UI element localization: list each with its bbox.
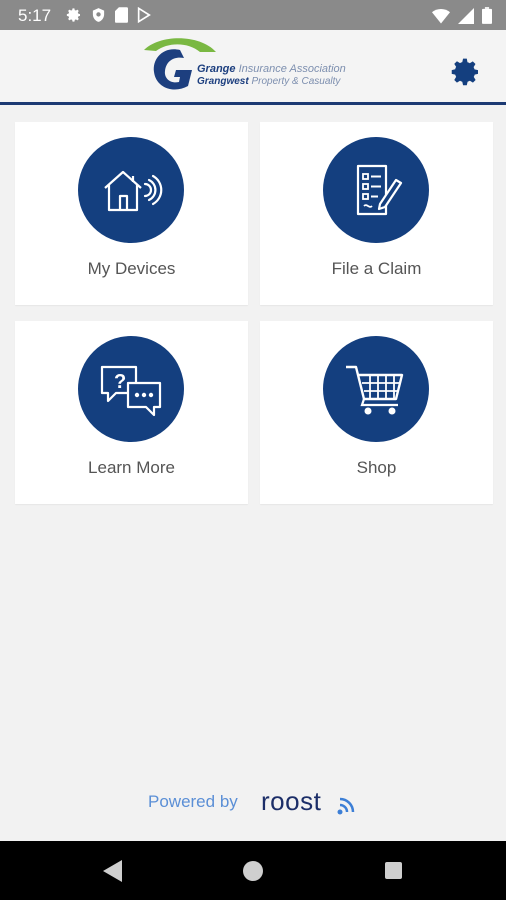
sd-card-icon: [115, 7, 128, 23]
tile-learn-more[interactable]: ? Learn More: [15, 321, 248, 504]
claim-form-icon: [356, 164, 403, 216]
tile-label: My Devices: [87, 259, 176, 278]
android-nav-bar: [0, 841, 506, 900]
roost-waves-icon: [337, 797, 355, 815]
tile-shop[interactable]: Shop: [260, 321, 493, 504]
logo-sub-bold: Grangwest: [197, 76, 249, 87]
header-divider: [0, 102, 506, 105]
grange-logo: Grange Insurance Association Grangwest P…: [140, 36, 355, 94]
home-icon[interactable]: [243, 861, 263, 881]
status-icons-right: [432, 7, 492, 24]
tile-label: Shop: [356, 458, 397, 477]
logo-line-2: Grangwest Property & Casualty: [197, 76, 340, 87]
roost-logo: roost: [261, 786, 322, 816]
status-time: 5:17: [18, 6, 52, 25]
powered-by-text: Powered by: [148, 792, 238, 811]
tile-label: File a Claim: [331, 259, 422, 278]
chat-question-icon: ?: [100, 365, 162, 417]
logo-line-1: Grange Insurance Association: [197, 63, 346, 75]
status-bar: 5:17: [0, 0, 506, 30]
tile-file-a-claim[interactable]: File a Claim: [260, 122, 493, 305]
signal-icon: [458, 7, 474, 24]
powered-by-footer: Powered by roost: [0, 786, 506, 820]
gear-icon: [451, 58, 478, 86]
smart-home-icon: [104, 170, 163, 212]
tile-my-devices[interactable]: My Devices: [15, 122, 248, 305]
play-store-icon: [137, 7, 151, 23]
svg-text:?: ?: [114, 371, 126, 393]
tile-icon-circle: ?: [78, 336, 184, 442]
tile-icon-circle: [78, 137, 184, 243]
logo-brand-bold: Grange: [197, 63, 236, 75]
status-icons-left: [66, 7, 151, 23]
settings-button[interactable]: [450, 56, 482, 88]
battery-icon: [482, 7, 492, 24]
wifi-icon: [432, 8, 450, 23]
shopping-cart-icon: [346, 365, 404, 415]
shield-icon: [92, 8, 105, 22]
gear-icon: [66, 8, 80, 22]
tile-icon-circle: [323, 336, 429, 442]
tile-icon-circle: [323, 137, 429, 243]
recents-icon[interactable]: [385, 862, 402, 879]
logo-brand-rest: Insurance Association: [238, 63, 346, 75]
logo-sub-rest: Property & Casualty: [251, 76, 341, 87]
back-icon[interactable]: [103, 860, 123, 882]
tile-label: Learn More: [88, 458, 175, 477]
